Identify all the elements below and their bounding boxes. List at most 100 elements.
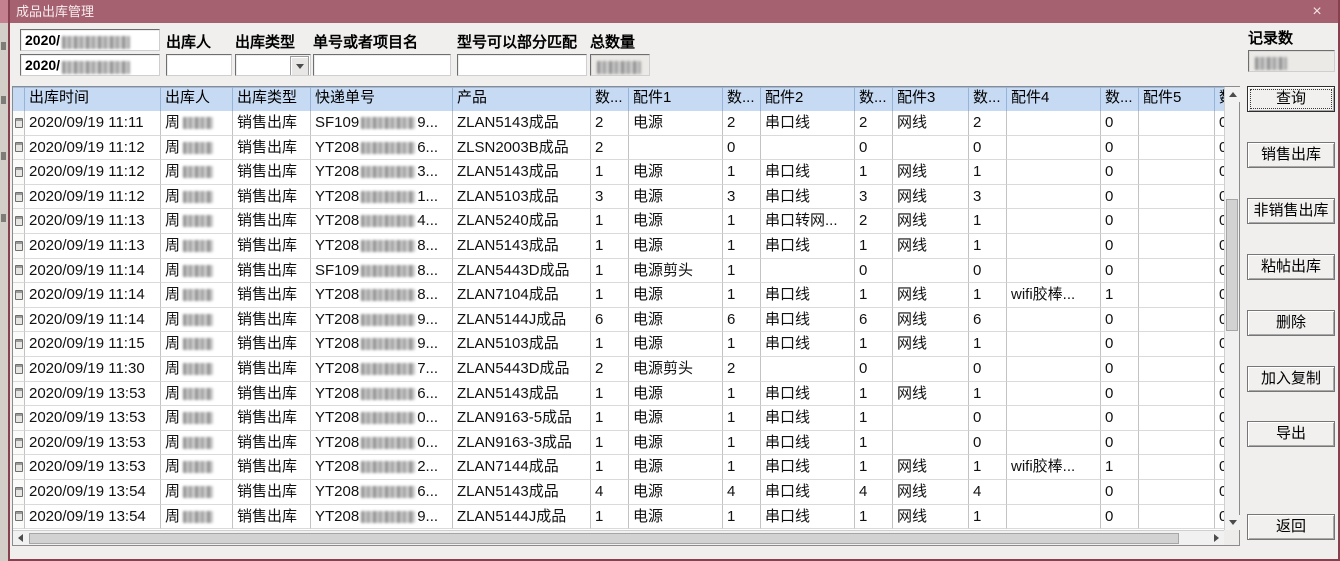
cell-accessory-3-qty[interactable]: 0 [969,136,1007,161]
cell-accessory-1[interactable]: 电源剪头 [629,259,723,284]
cell-time[interactable]: 2020/09/19 13:54 [25,480,161,505]
cell-accessory-5-qty[interactable]: 0 [1215,283,1224,308]
cell-time[interactable]: 2020/09/19 11:13 [25,234,161,259]
sales-out-button[interactable]: 销售出库 [1247,142,1335,168]
cell-accessory-3[interactable] [893,357,969,382]
cell-accessory-1[interactable]: 电源 [629,480,723,505]
close-icon[interactable]: × [1306,2,1328,21]
cell-accessory-1[interactable]: 电源 [629,111,723,136]
cell-qty[interactable]: 1 [591,332,629,357]
cell-accessory-1-qty[interactable]: 6 [723,308,761,333]
cell-accessory-1[interactable]: 电源 [629,382,723,407]
row-header-cell[interactable] [13,382,25,407]
cell-accessory-2-qty[interactable]: 3 [855,185,893,210]
cell-type[interactable]: 销售出库 [233,259,311,284]
cell-express[interactable]: SF1099... [311,111,453,136]
column-header-9[interactable]: 配件2 [761,87,855,111]
cell-accessory-4-qty[interactable]: 0 [1101,160,1139,185]
cell-product[interactable]: ZLAN5143成品 [453,234,591,259]
column-header-5[interactable]: 产品 [453,87,591,111]
cell-accessory-4-qty[interactable]: 0 [1101,505,1139,530]
cell-accessory-5-qty[interactable]: 0 [1215,431,1224,456]
cell-accessory-5-qty[interactable]: 0 [1215,455,1224,480]
cell-accessory-3[interactable] [893,136,969,161]
row-header-cell[interactable] [13,332,25,357]
cell-accessory-5[interactable] [1139,259,1215,284]
cell-express[interactable]: YT2083... [311,160,453,185]
table-row[interactable]: 2020/09/19 11:13周销售出库YT2084...ZLAN5240成品… [13,209,1224,234]
column-header-12[interactable]: 数... [969,87,1007,111]
cell-accessory-4[interactable] [1007,406,1101,431]
horizontal-scrollbar-thumb[interactable] [29,533,1179,544]
cell-qty[interactable]: 1 [591,382,629,407]
cell-qty[interactable]: 3 [591,185,629,210]
cell-qty[interactable]: 1 [591,259,629,284]
cell-product[interactable]: ZLAN5143成品 [453,160,591,185]
cell-person[interactable]: 周 [161,455,233,480]
cell-person[interactable]: 周 [161,308,233,333]
cell-person[interactable]: 周 [161,259,233,284]
cell-accessory-4[interactable] [1007,259,1101,284]
add-copy-button[interactable]: 加入复制 [1247,366,1335,392]
type-select[interactable] [235,54,311,76]
row-header-cell[interactable] [13,480,25,505]
cell-express[interactable]: YT2088... [311,234,453,259]
cell-person[interactable]: 周 [161,234,233,259]
cell-time[interactable]: 2020/09/19 13:53 [25,382,161,407]
cell-accessory-4[interactable] [1007,357,1101,382]
cell-person[interactable]: 周 [161,332,233,357]
cell-accessory-5-qty[interactable]: 0 [1215,185,1224,210]
cell-accessory-5-qty[interactable]: 0 [1215,357,1224,382]
cell-product[interactable]: ZLAN5443D成品 [453,357,591,382]
cell-accessory-4-qty[interactable]: 0 [1101,357,1139,382]
cell-accessory-4-qty[interactable]: 1 [1101,283,1139,308]
horizontal-scrollbar[interactable] [13,530,1224,545]
cell-accessory-4-qty[interactable]: 0 [1101,185,1139,210]
cell-person[interactable]: 周 [161,406,233,431]
cell-person[interactable]: 周 [161,283,233,308]
cell-qty[interactable]: 1 [591,455,629,480]
table-row[interactable]: 2020/09/19 11:14周销售出库SF1098...ZLAN5443D成… [13,259,1224,284]
cell-qty[interactable]: 1 [591,283,629,308]
model-input[interactable] [457,54,587,76]
cell-type[interactable]: 销售出库 [233,357,311,382]
date-from-input[interactable]: 2020/ [20,29,160,51]
column-header-7[interactable]: 配件1 [629,87,723,111]
cell-accessory-1[interactable]: 电源 [629,283,723,308]
cell-accessory-1[interactable] [629,136,723,161]
cell-accessory-3[interactable]: 网线 [893,505,969,530]
cell-accessory-5-qty[interactable]: 0 [1215,308,1224,333]
cell-product[interactable]: ZLAN5103成品 [453,332,591,357]
cell-accessory-3[interactable]: 网线 [893,111,969,136]
cell-accessory-3-qty[interactable]: 0 [969,431,1007,456]
cell-accessory-4-qty[interactable]: 1 [1101,455,1139,480]
cell-accessory-1-qty[interactable]: 1 [723,406,761,431]
cell-accessory-4[interactable] [1007,308,1101,333]
cell-accessory-3-qty[interactable]: 1 [969,382,1007,407]
column-header-8[interactable]: 数... [723,87,761,111]
cell-accessory-5-qty[interactable]: 0 [1215,160,1224,185]
cell-accessory-3-qty[interactable]: 1 [969,283,1007,308]
cell-accessory-5-qty[interactable]: 0 [1215,382,1224,407]
cell-accessory-3-qty[interactable]: 1 [969,505,1007,530]
cell-accessory-1[interactable]: 电源 [629,455,723,480]
cell-accessory-2[interactable]: 串口线 [761,185,855,210]
cell-accessory-5[interactable] [1139,431,1215,456]
cell-accessory-5[interactable] [1139,308,1215,333]
cell-person[interactable]: 周 [161,431,233,456]
cell-qty[interactable]: 1 [591,209,629,234]
cell-qty[interactable]: 1 [591,406,629,431]
cell-accessory-1[interactable]: 电源 [629,505,723,530]
cell-accessory-1-qty[interactable]: 1 [723,431,761,456]
cell-express[interactable]: YT2087... [311,357,453,382]
cell-accessory-1-qty[interactable]: 1 [723,505,761,530]
row-header-cell[interactable] [13,234,25,259]
cell-person[interactable]: 周 [161,505,233,530]
cell-accessory-4-qty[interactable]: 0 [1101,382,1139,407]
row-header-cell[interactable] [13,357,25,382]
paste-out-button[interactable]: 粘帖出库 [1247,254,1335,280]
cell-express[interactable]: YT2084... [311,209,453,234]
table-row[interactable]: 2020/09/19 11:14周销售出库YT2089...ZLAN5144J成… [13,308,1224,333]
cell-accessory-1[interactable]: 电源 [629,431,723,456]
cell-accessory-4[interactable]: wifi胶棒... [1007,283,1101,308]
